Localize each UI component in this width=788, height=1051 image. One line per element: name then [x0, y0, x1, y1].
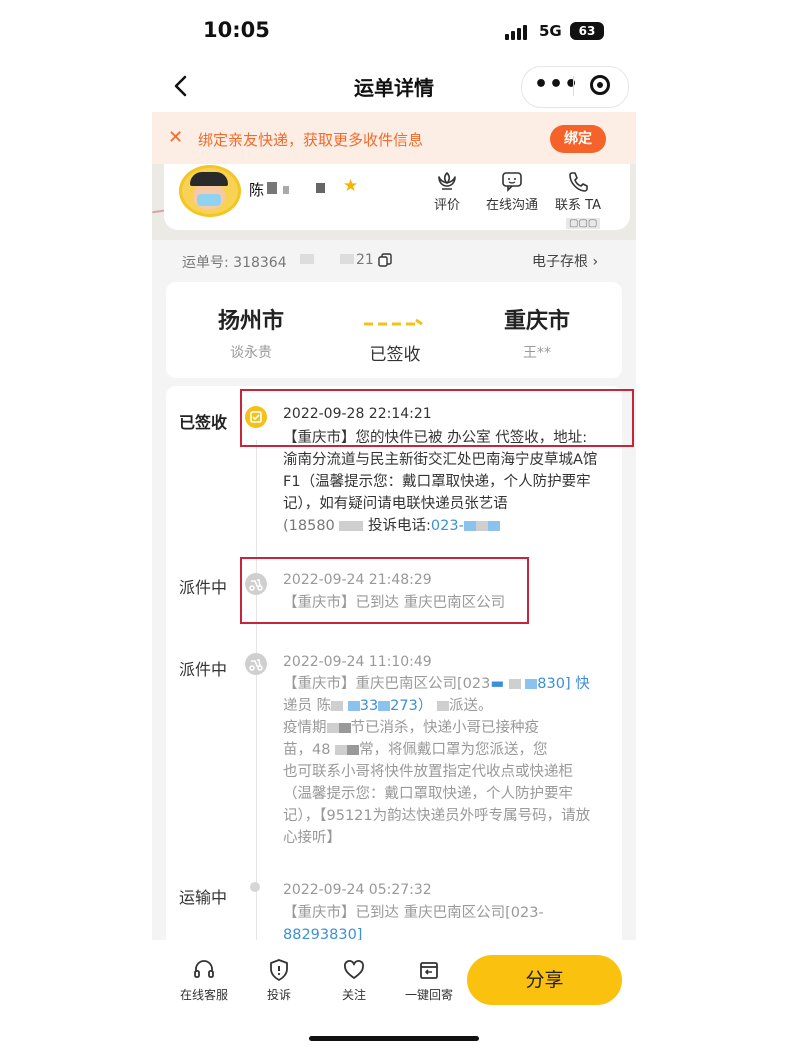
desc-line: 心接听】	[283, 830, 341, 846]
avatar-cap	[190, 172, 228, 186]
annotation-box	[240, 389, 634, 447]
timeline-dot	[250, 882, 260, 892]
customer-service-button[interactable]: 在线客服	[174, 958, 234, 1003]
contact-button[interactable]: 联系 TA	[551, 170, 605, 213]
sender-name: 谈永贵	[230, 345, 272, 361]
contact-label: 联系 TA	[555, 198, 601, 213]
redacted-name	[283, 186, 289, 194]
shield-alert-icon	[270, 959, 288, 981]
timeline-line	[256, 440, 257, 940]
desc-text: 【重庆市】已到达 重庆巴南区公司[023-	[283, 905, 544, 921]
desc-line: 苗，48 常，将佩戴口罩为您派送，您	[283, 739, 611, 761]
phone-icon	[569, 172, 588, 192]
tracking-suffix: 21	[356, 252, 374, 268]
stage-delivering: 派件中	[179, 578, 228, 597]
redacted-name	[316, 183, 325, 193]
signal-icon	[505, 24, 533, 40]
phone-prefix: (18580	[283, 518, 335, 534]
online-chat-button[interactable]: 在线沟通	[483, 170, 541, 213]
desc-line: 【重庆市】重庆巴南区公司[023▬ 830] 快	[283, 676, 590, 692]
return-box-icon	[420, 962, 438, 979]
desc-line: F1（温馨提示您：戴口罩取快递，个人防护要牢	[283, 474, 591, 490]
desc-line: 【重庆市】已到达 重庆巴南区公司[023-	[283, 902, 611, 924]
redacted-number	[340, 254, 354, 264]
flower-icon	[438, 172, 456, 190]
capsule-divider	[573, 76, 574, 96]
electronic-receipt-link[interactable]: 电子存根 ›	[532, 251, 598, 271]
stage-signed: 已签收	[179, 413, 228, 432]
copy-icon[interactable]	[378, 252, 392, 267]
map-watermark: ▢▢▢	[566, 218, 601, 229]
network-label: 5G	[539, 22, 562, 40]
star-icon: ★	[343, 176, 359, 196]
desc-line: 递员 陈 33 273） 派送。	[283, 695, 611, 717]
receiver-name: 王**	[523, 345, 551, 361]
battery-icon: 63	[570, 22, 604, 40]
desc-text: 常，将佩戴口罩为您派送，您	[359, 742, 548, 758]
headset-icon	[194, 960, 214, 978]
origin-city: 扬州市	[217, 309, 284, 334]
return-ship-label: 一键回寄	[404, 988, 453, 1002]
page-title: 运单详情	[354, 76, 434, 100]
return-ship-button[interactable]: 一键回寄	[399, 958, 459, 1003]
stage-delivering: 派件中	[179, 660, 228, 679]
route-arrow-icon	[364, 313, 424, 326]
desc-line: （温馨提示您：戴口罩取快递，个人防护要牢	[283, 786, 573, 802]
customer-service-label: 在线客服	[179, 988, 228, 1002]
desc-line: 疫情期 节已消杀，快递小哥已接种疫	[283, 717, 611, 739]
tracking-number: 运单号: 318364	[182, 255, 287, 271]
courier-name: 陈	[249, 181, 265, 199]
desc-text: 派送。	[448, 698, 493, 714]
scooter-icon	[245, 653, 267, 675]
desc-text: 节已消杀，快递小哥已接种疫	[350, 720, 540, 736]
record-target-icon[interactable]	[590, 75, 610, 95]
phone-link[interactable]: 830] 快	[537, 676, 589, 692]
desc-line: 记），【95121为韵达快递员外呼专属号码，请放	[283, 808, 591, 824]
complaint-button[interactable]: 投诉	[249, 958, 309, 1003]
desc-line: (18580 投诉电话:023-	[283, 515, 611, 537]
phone-link[interactable]: 33	[360, 698, 378, 714]
entry-description: 【重庆市】重庆巴南区公司[023▬ 830] 快 递员 陈 33 273） 派送。…	[283, 673, 611, 849]
desc-text: 【重庆市】重庆巴南区公司[023	[283, 676, 491, 692]
follow-button[interactable]: 关注	[324, 958, 384, 1003]
phone-link[interactable]: 273）	[390, 698, 432, 714]
rate-label: 评价	[433, 198, 460, 213]
follow-label: 关注	[341, 988, 366, 1002]
avatar-mask	[197, 194, 221, 206]
banner-text: 绑定亲友快递，获取更多收件信息	[198, 131, 424, 149]
destination-city: 重庆市	[503, 309, 570, 334]
complaint-phone-link[interactable]: 023-	[431, 518, 464, 534]
close-icon[interactable]: ✕	[168, 127, 183, 148]
online-chat-label: 在线沟通	[485, 198, 538, 213]
annotation-box	[240, 557, 529, 624]
desc-line: 记），如有疑问请电联快递员张艺语	[283, 496, 508, 512]
desc-line: 也可联系小哥将快件放置指定代收点或快递柜	[283, 764, 573, 780]
heart-icon	[344, 960, 364, 979]
route-status: 已签收	[369, 345, 421, 365]
desc-text: 苗，48	[283, 742, 331, 758]
desc-text: 递员 陈	[283, 698, 332, 714]
redacted-number	[300, 254, 314, 264]
back-icon[interactable]	[170, 72, 196, 100]
desc-text: 疫情期	[283, 720, 327, 736]
redacted-name	[267, 182, 277, 194]
complaint-phone-label: 投诉电话:	[368, 518, 431, 534]
stage-in-transit: 运输中	[179, 888, 228, 907]
chat-icon	[502, 172, 522, 192]
home-indicator	[309, 1036, 479, 1041]
entry-time: 2022-09-24 05:27:32	[283, 882, 432, 898]
status-time: 10:05	[203, 18, 270, 42]
bind-button[interactable]: 绑定	[550, 125, 606, 153]
complaint-label: 投诉	[266, 988, 291, 1002]
rate-button[interactable]: 评价	[423, 170, 471, 213]
entry-time: 2022-09-24 11:10:49	[283, 654, 432, 670]
desc-line: 渝南分流道与民主新街交汇处巴南海宁皮草城A馆	[283, 452, 598, 468]
share-button[interactable]: 分享	[467, 955, 622, 1005]
